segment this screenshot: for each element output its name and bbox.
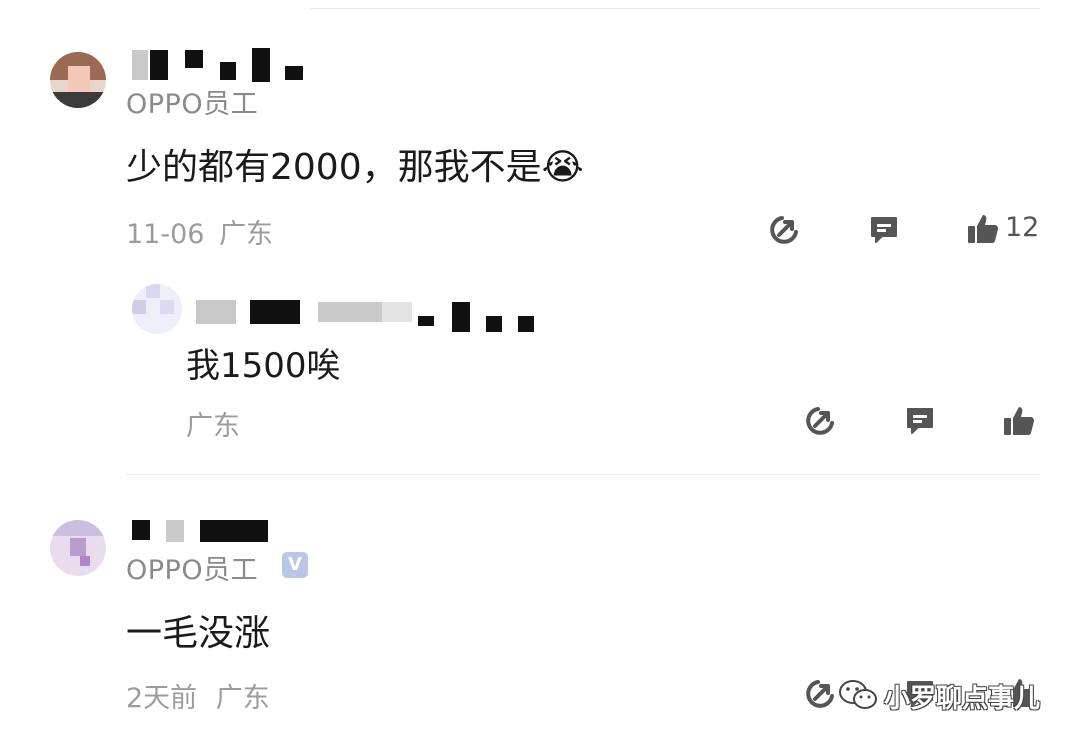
share-icon[interactable] xyxy=(768,214,800,246)
wechat-logo-icon xyxy=(839,680,877,709)
comment-meta: 2天前 广东 xyxy=(126,676,270,715)
top-divider xyxy=(310,8,1040,9)
verified-badge-icon: V xyxy=(282,552,308,578)
comment-text: 一毛没涨 xyxy=(126,613,271,654)
user-tag: OPPO员工 xyxy=(126,89,259,120)
like-count: 12 xyxy=(1005,212,1040,243)
thumbs-up-icon[interactable] xyxy=(966,212,1000,246)
watermark-text: 小罗聊点事儿 xyxy=(884,684,1041,714)
avatar[interactable] xyxy=(50,52,106,108)
avatar[interactable] xyxy=(50,520,106,576)
comment-text: 少的都有2000，那我不是😭 xyxy=(126,147,584,188)
comment-date: 2天前 xyxy=(126,683,198,714)
reply-icon[interactable] xyxy=(904,405,936,437)
user-tag: OPPO员工 xyxy=(126,555,259,586)
comment-location: 广东 xyxy=(219,219,274,250)
share-icon[interactable] xyxy=(804,678,836,710)
comment-location: 广东 xyxy=(215,683,270,714)
thumbs-up-icon[interactable] xyxy=(1002,404,1036,438)
comment-date: 11-06 xyxy=(126,219,205,250)
comment-meta: 11-06 广东 xyxy=(126,212,273,251)
reply-location: 广东 xyxy=(186,411,240,442)
reply-avatar[interactable] xyxy=(132,284,182,334)
comment-divider xyxy=(126,474,1040,475)
share-icon[interactable] xyxy=(804,405,836,437)
reply-text: 我1500唉 xyxy=(186,346,341,386)
reply-icon[interactable] xyxy=(868,214,900,246)
